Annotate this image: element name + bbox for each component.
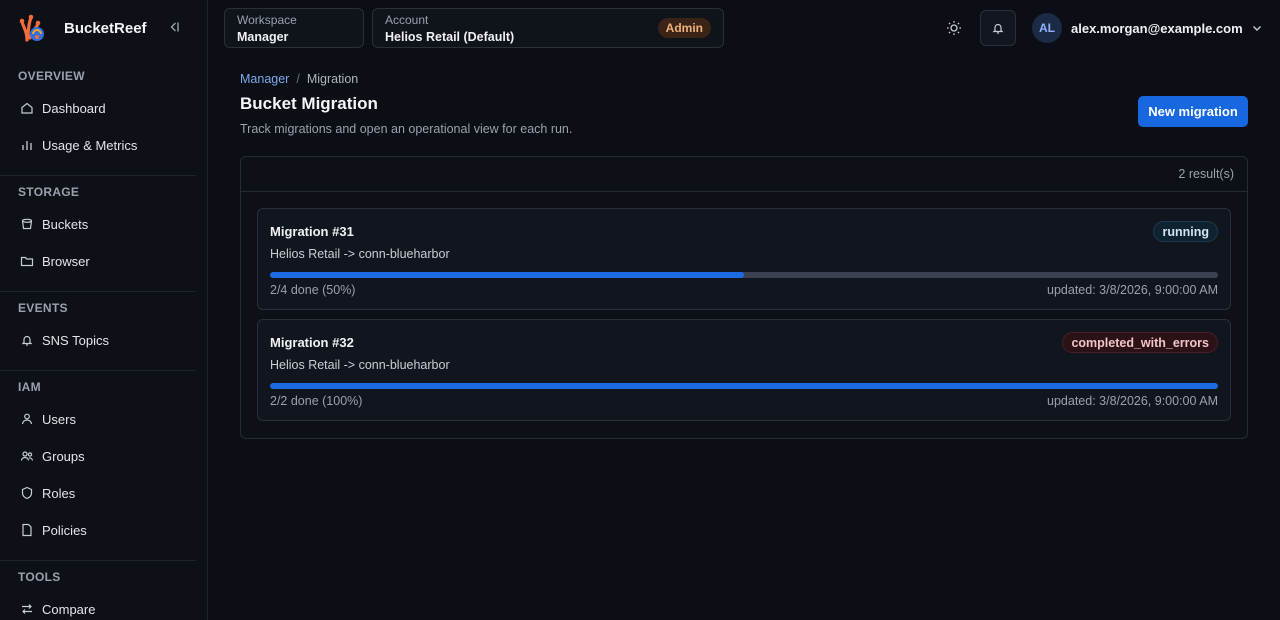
- sidebar-item-label: Compare: [42, 601, 96, 617]
- page-title: Bucket Migration: [240, 94, 378, 113]
- workspace-selector[interactable]: Workspace Manager: [224, 8, 364, 48]
- account-selector[interactable]: Account Helios Retail (Default) Admin: [372, 8, 724, 48]
- sidebar-item-browser[interactable]: Browser: [12, 246, 196, 276]
- migration-done-text: 2/4 done (50%): [270, 283, 356, 297]
- collapse-sidebar-icon[interactable]: [166, 19, 182, 35]
- sidebar-item-dashboard[interactable]: Dashboard: [12, 93, 196, 123]
- file-icon: [22, 523, 32, 537]
- progress-bar: [270, 272, 1218, 278]
- workspace-label: Workspace: [237, 13, 297, 27]
- migration-route: Helios Retail -> conn-blueharbor: [270, 247, 450, 261]
- nav-divider: [0, 175, 196, 176]
- status-badge: running: [1153, 221, 1218, 242]
- user-icon: [21, 413, 33, 425]
- bar-chart-icon: [22, 141, 32, 150]
- sidebar-item-label: Users: [42, 411, 76, 427]
- sidebar-item-label: Usage & Metrics: [42, 137, 138, 153]
- migration-title: Migration #32: [270, 335, 354, 350]
- nav-section-overview: OVERVIEW: [18, 69, 85, 83]
- sidebar-item-groups[interactable]: Groups: [12, 441, 196, 471]
- new-migration-button[interactable]: New migration: [1138, 96, 1248, 127]
- migration-title: Migration #31: [270, 224, 354, 239]
- sidebar: BucketReef OVERVIEW Dashboard Usage & Me…: [0, 0, 208, 620]
- migration-card[interactable]: Migration #32 Helios Retail -> conn-blue…: [257, 319, 1231, 421]
- breadcrumb-separator: /: [296, 72, 300, 86]
- role-badge: Admin: [657, 18, 711, 38]
- panel-header: 2 result(s): [241, 157, 1247, 192]
- result-count: 2 result(s): [1178, 167, 1234, 181]
- bell-icon: [992, 23, 1004, 34]
- breadcrumb: Manager / Migration: [240, 72, 358, 86]
- migration-done-text: 2/2 done (100%): [270, 394, 363, 408]
- progress-fill: [270, 272, 744, 278]
- migration-updated: updated: 3/8/2026, 9:00:00 AM: [1047, 394, 1218, 408]
- user-menu[interactable]: AL alex.morgan@example.com: [1032, 12, 1263, 44]
- user-email: alex.morgan@example.com: [1071, 20, 1243, 36]
- sun-icon[interactable]: [944, 18, 964, 38]
- nav-divider: [0, 370, 196, 371]
- bell-icon: [21, 335, 33, 346]
- sidebar-item-compare[interactable]: Compare: [12, 594, 196, 620]
- progress-bar: [270, 383, 1218, 389]
- nav-divider: [0, 291, 196, 292]
- chevron-down-icon: [1252, 26, 1261, 31]
- brand-name: BucketReef: [64, 19, 147, 37]
- notifications-button[interactable]: [980, 10, 1016, 46]
- progress-fill: [270, 383, 1218, 389]
- brand[interactable]: BucketReef: [18, 10, 147, 46]
- workspace-value: Manager: [237, 30, 289, 44]
- migration-route: Helios Retail -> conn-blueharbor: [270, 358, 450, 372]
- home-icon: [21, 102, 33, 114]
- nav-section-tools: TOOLS: [18, 570, 61, 584]
- migration-card[interactable]: Migration #31 Helios Retail -> conn-blue…: [257, 208, 1231, 310]
- sidebar-item-label: SNS Topics: [42, 332, 109, 348]
- folder-icon: [20, 256, 34, 267]
- sidebar-item-label: Dashboard: [42, 100, 106, 116]
- nav-divider: [0, 560, 196, 561]
- sidebar-item-roles[interactable]: Roles: [12, 478, 196, 508]
- sidebar-item-label: Roles: [42, 485, 76, 501]
- sidebar-item-sns-topics[interactable]: SNS Topics: [12, 325, 196, 355]
- breadcrumb-link-manager[interactable]: Manager: [240, 72, 289, 86]
- users-icon: [20, 451, 34, 461]
- page-subtitle: Track migrations and open an operational…: [240, 122, 573, 136]
- sidebar-item-buckets[interactable]: Buckets: [12, 209, 196, 239]
- avatar: AL: [1032, 13, 1062, 43]
- sidebar-item-label: Policies: [42, 522, 87, 538]
- sidebar-item-policies[interactable]: Policies: [12, 515, 196, 545]
- sidebar-item-label: Browser: [42, 253, 90, 269]
- sidebar-item-label: Buckets: [42, 216, 89, 232]
- status-badge: completed_with_errors: [1062, 332, 1218, 353]
- nav-section-iam: IAM: [18, 380, 41, 394]
- bucket-icon: [21, 218, 33, 230]
- sidebar-item-usage-metrics[interactable]: Usage & Metrics: [12, 130, 196, 160]
- nav-section-storage: STORAGE: [18, 185, 80, 199]
- migration-updated: updated: 3/8/2026, 9:00:00 AM: [1047, 283, 1218, 297]
- nav-section-events: EVENTS: [18, 301, 68, 315]
- breadcrumb-current: Migration: [306, 72, 359, 86]
- sidebar-item-label: Groups: [42, 448, 85, 464]
- migrations-panel: 2 result(s) Migration #31 Helios Retail …: [240, 156, 1248, 439]
- compare-icon: [22, 604, 32, 614]
- sidebar-item-users[interactable]: Users: [12, 404, 196, 434]
- shield-icon: [21, 486, 33, 500]
- bucketreef-logo-icon: [19, 14, 44, 42]
